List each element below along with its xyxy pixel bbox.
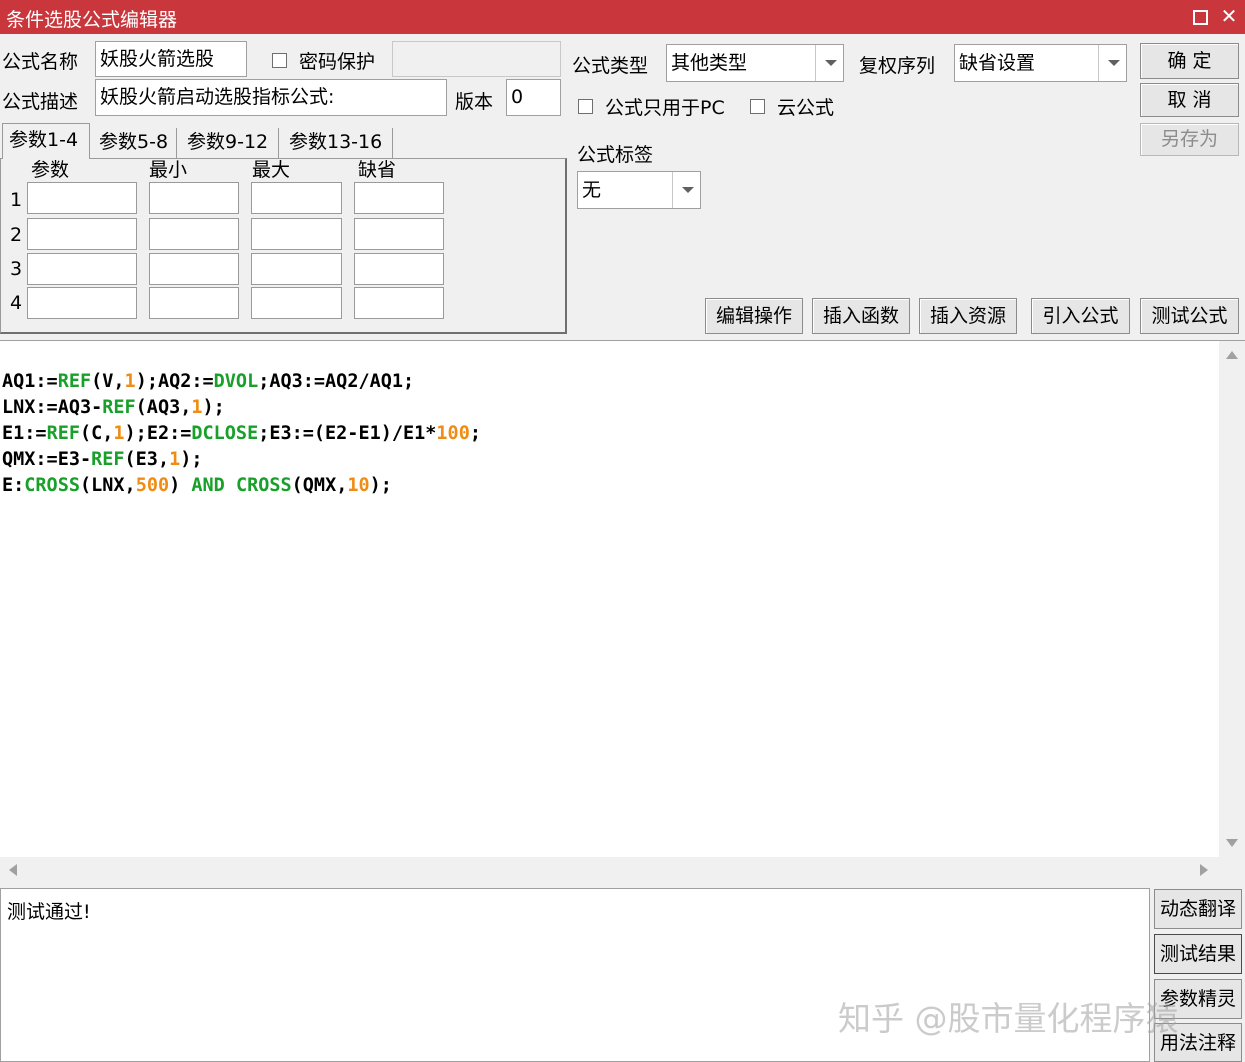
scroll-right-icon[interactable] <box>1200 864 1208 876</box>
param-name-cell[interactable] <box>27 253 137 285</box>
formula-tag-label: 公式标签 <box>577 144 654 166</box>
chevron-down-icon[interactable] <box>815 45 843 81</box>
pc-only-checkbox[interactable]: 公式只用于PC <box>578 93 725 120</box>
param-max-cell[interactable] <box>251 182 342 214</box>
title-bar: 条件选股公式编辑器 ✕ <box>0 0 1245 34</box>
restore-series-select[interactable]: 缺省设置 <box>954 44 1127 82</box>
row-number: 1 <box>10 189 23 211</box>
checkbox-box[interactable] <box>750 99 765 114</box>
code-line: E:CROSS(LNX,500) AND CROSS(QMX,10); <box>2 475 392 496</box>
tab-params-5-8[interactable]: 参数5-8 <box>93 128 177 158</box>
formula-tag-select[interactable]: 无 <box>577 171 701 209</box>
scroll-up-icon[interactable] <box>1226 351 1238 359</box>
version-label: 版本 <box>455 91 494 113</box>
tab-params-9-12[interactable]: 参数9-12 <box>181 128 279 158</box>
formula-desc-input[interactable]: 妖股火箭启动选股指标公式: <box>95 79 447 116</box>
usage-notes-button[interactable]: 用法注释 <box>1154 1023 1242 1062</box>
param-default-cell[interactable] <box>354 253 444 285</box>
param-min-cell[interactable] <box>149 182 239 214</box>
tab-params-1-4[interactable]: 参数1-4 <box>2 123 90 159</box>
output-panel: 测试通过! <box>0 888 1150 1062</box>
test-formula-button[interactable]: 测试公式 <box>1140 298 1239 334</box>
row-number: 2 <box>10 224 23 246</box>
row-number: 3 <box>10 258 23 280</box>
password-input <box>392 41 561 77</box>
cloud-formula-label: 云公式 <box>777 97 835 119</box>
param-default-cell[interactable] <box>354 218 444 250</box>
param-max-cell[interactable] <box>251 287 342 319</box>
code-line: E1:=REF(C,1);E2:=DCLOSE;E3:=(E2-E1)/E1*1… <box>2 423 481 444</box>
scroll-down-icon[interactable] <box>1226 839 1238 847</box>
param-default-cell[interactable] <box>354 182 444 214</box>
params-tabs: 参数1-4 参数5-8 参数9-12 参数13-16 参数 最小 最大 缺省 1… <box>0 123 567 334</box>
param-min-cell[interactable] <box>149 287 239 319</box>
code-editor[interactable]: AQ1:=REF(V,1);AQ2:=DVOL;AQ3:=AQ2/AQ1; LNX… <box>0 340 1245 883</box>
checkbox-box[interactable] <box>272 53 287 68</box>
window-title: 条件选股公式编辑器 <box>6 9 178 31</box>
code-line: QMX:=E3-REF(E3,1); <box>2 449 203 470</box>
param-name-cell[interactable] <box>27 287 137 319</box>
test-results-button[interactable]: 测试结果 <box>1154 934 1242 974</box>
formula-type-value: 其他类型 <box>671 52 748 74</box>
test-result-message: 测试通过! <box>7 901 91 923</box>
col-header-param: 参数 <box>31 159 70 181</box>
formula-name-input[interactable]: 妖股火箭选股 <box>95 41 247 77</box>
row-number: 4 <box>10 292 23 314</box>
password-protect-label: 密码保护 <box>299 51 376 73</box>
code-text[interactable]: AQ1:=REF(V,1);AQ2:=DVOL;AQ3:=AQ2/AQ1; LNX… <box>2 343 481 551</box>
formula-name-label: 公式名称 <box>2 51 79 73</box>
import-formula-button[interactable]: 引入公式 <box>1031 298 1130 334</box>
code-line: AQ1:=REF(V,1);AQ2:=DVOL;AQ3:=AQ2/AQ1; <box>2 371 415 392</box>
formula-desc-label: 公式描述 <box>2 91 79 113</box>
param-min-cell[interactable] <box>149 253 239 285</box>
chevron-down-icon[interactable] <box>1098 45 1126 81</box>
password-protect-checkbox[interactable]: 密码保护 <box>272 47 375 74</box>
ok-button[interactable]: 确 定 <box>1140 43 1239 79</box>
cloud-formula-checkbox[interactable]: 云公式 <box>750 93 834 120</box>
param-default-cell[interactable] <box>354 287 444 319</box>
maximize-icon[interactable] <box>1187 3 1213 29</box>
param-min-cell[interactable] <box>149 218 239 250</box>
col-header-max: 最大 <box>252 159 291 181</box>
col-header-default: 缺省 <box>358 159 397 181</box>
param-name-cell[interactable] <box>27 218 137 250</box>
insert-function-button[interactable]: 插入函数 <box>812 298 910 334</box>
formula-tag-value: 无 <box>582 179 602 201</box>
restore-series-label: 复权序列 <box>859 55 936 77</box>
formula-type-label: 公式类型 <box>572 55 649 77</box>
chevron-down-icon[interactable] <box>672 172 700 208</box>
edit-ops-button[interactable]: 编辑操作 <box>705 298 803 334</box>
param-wizard-button[interactable]: 参数精灵 <box>1154 979 1242 1019</box>
pc-only-label: 公式只用于PC <box>605 97 725 119</box>
scroll-left-icon[interactable] <box>9 864 17 876</box>
insert-resource-button[interactable]: 插入资源 <box>919 298 1017 334</box>
tab-params-13-16[interactable]: 参数13-16 <box>283 128 393 158</box>
code-line: LNX:=AQ3-REF(AQ3,1); <box>2 397 225 418</box>
save-as-button[interactable]: 另存为 <box>1140 123 1239 156</box>
param-max-cell[interactable] <box>251 253 342 285</box>
param-name-cell[interactable] <box>27 182 137 214</box>
checkbox-box[interactable] <box>578 99 593 114</box>
horizontal-scrollbar[interactable] <box>0 857 1245 883</box>
param-max-cell[interactable] <box>251 218 342 250</box>
version-input[interactable]: 0 <box>506 79 561 116</box>
formula-type-select[interactable]: 其他类型 <box>666 44 844 82</box>
restore-series-value: 缺省设置 <box>959 52 1036 74</box>
vertical-scrollbar[interactable] <box>1219 341 1245 857</box>
cancel-button[interactable]: 取 消 <box>1140 83 1239 117</box>
dynamic-translate-button[interactable]: 动态翻译 <box>1154 889 1242 929</box>
close-icon[interactable]: ✕ <box>1216 3 1242 29</box>
col-header-min: 最小 <box>149 159 188 181</box>
params-panel: 参数 最小 最大 缺省 1 2 3 4 <box>0 158 567 334</box>
